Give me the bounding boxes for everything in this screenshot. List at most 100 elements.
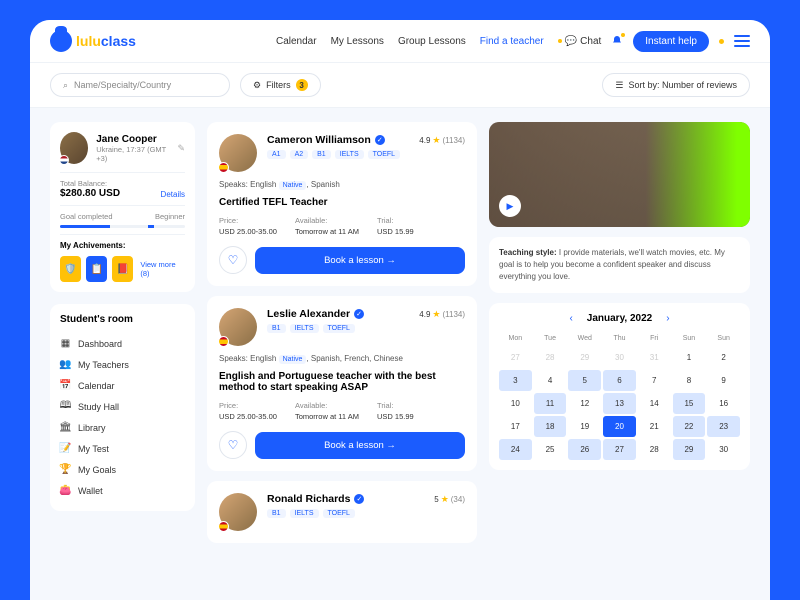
cal-day[interactable]: 6 (603, 370, 636, 391)
filter-icon: ⚙ (253, 80, 261, 91)
nav-my-lessons[interactable]: My Lessons (331, 36, 384, 47)
cal-day[interactable]: 22 (673, 416, 706, 437)
flag-icon (218, 162, 229, 173)
teacher-video[interactable]: ▶ (489, 122, 750, 227)
cal-day[interactable]: 30 (707, 439, 740, 460)
cal-day[interactable]: 4 (534, 370, 567, 391)
elephant-icon (50, 30, 72, 52)
achievement-badge[interactable]: 📋 (86, 256, 107, 282)
cal-prev-icon[interactable]: ‹ (569, 313, 572, 324)
teaching-label: Teaching style: (499, 248, 557, 257)
logo[interactable]: luluclass (50, 30, 136, 52)
cal-day[interactable]: 10 (499, 393, 532, 414)
sidebar-item-dashboard[interactable]: ▦Dashboard (60, 333, 185, 354)
cal-day[interactable]: 1 (673, 347, 706, 368)
teacher-avatar[interactable] (219, 308, 257, 346)
cal-day[interactable]: 19 (568, 416, 601, 437)
cal-day[interactable]: 3 (499, 370, 532, 391)
cal-day[interactable]: 12 (568, 393, 601, 414)
teacher-rating: 4.9★(1134) (419, 135, 465, 146)
sidebar-item-my-test[interactable]: 📝My Test (60, 438, 185, 459)
cal-day[interactable]: 9 (707, 370, 740, 391)
cal-day[interactable]: 28 (638, 439, 671, 460)
filter-count-badge: 3 (296, 79, 308, 91)
teaching-style-card: Teaching style: I provide materials, we'… (489, 237, 750, 293)
cal-day[interactable]: 28 (534, 347, 567, 368)
flag-icon (59, 155, 69, 165)
nav-calendar[interactable]: Calendar (276, 36, 317, 47)
cal-day[interactable]: 30 (603, 347, 636, 368)
cal-day[interactable]: 16 (707, 393, 740, 414)
cal-day[interactable]: 24 (499, 439, 532, 460)
teacher-avatar[interactable] (219, 493, 257, 531)
teacher-title: Certified TEFL Teacher (219, 197, 465, 208)
book-lesson-button[interactable]: Book a lesson → (255, 432, 465, 459)
level-tag: TOEFL (323, 509, 355, 518)
nav-find-a-teacher[interactable]: Find a teacher (480, 36, 544, 47)
favorite-button[interactable]: ♡ (219, 246, 247, 274)
sidebar-item-my-goals[interactable]: 🏆My Goals (60, 459, 185, 480)
details-link[interactable]: Details (161, 190, 185, 199)
star-icon: ★ (432, 135, 440, 146)
achievement-badge[interactable]: 📕 (112, 256, 133, 282)
nav-group-lessons[interactable]: Group Lessons (398, 36, 466, 47)
instant-help-button[interactable]: Instant help (633, 31, 709, 52)
teacher-name: Ronald Richards (267, 493, 350, 505)
search-input[interactable]: ⌕Name/Specialty/Country (50, 73, 230, 97)
flag-icon (218, 521, 229, 532)
sidebar-item-my-teachers[interactable]: 👥My Teachers (60, 354, 185, 375)
cal-day[interactable]: 23 (707, 416, 740, 437)
menu-icon[interactable] (734, 35, 750, 47)
cal-day[interactable]: 25 (534, 439, 567, 460)
sidebar-item-study-hall[interactable]: 🕮Study Hall (60, 396, 185, 417)
filters-button[interactable]: ⚙Filters3 (240, 73, 321, 97)
cal-day[interactable]: 29 (568, 347, 601, 368)
sidebar-item-wallet[interactable]: 👛Wallet (60, 480, 185, 501)
sort-button[interactable]: ☰Sort by: Number of reviews (602, 73, 750, 97)
teacher-avatar[interactable] (219, 134, 257, 172)
cal-next-icon[interactable]: › (666, 313, 669, 324)
level-tag: B1 (312, 150, 331, 159)
native-badge: Native (279, 355, 307, 364)
sidebar-item-calendar[interactable]: 📅Calendar (60, 375, 185, 396)
cal-day[interactable]: 27 (499, 347, 532, 368)
cal-day[interactable]: 8 (673, 370, 706, 391)
cal-day[interactable]: 5 (568, 370, 601, 391)
achievement-badge[interactable]: 🛡️ (60, 256, 81, 282)
level-tag: B1 (267, 324, 286, 333)
view-more-link[interactable]: View more (8) (140, 260, 185, 278)
cal-day[interactable]: 31 (638, 347, 671, 368)
cal-day[interactable]: 17 (499, 416, 532, 437)
cal-day[interactable]: 29 (673, 439, 706, 460)
cal-day[interactable]: 14 (638, 393, 671, 414)
cal-day[interactable]: 20 (603, 416, 636, 437)
cal-day[interactable]: 11 (534, 393, 567, 414)
verified-icon: ✓ (354, 309, 364, 319)
goal-progress (60, 225, 185, 228)
cal-day[interactable]: 13 (603, 393, 636, 414)
menu-icon: 📝 (60, 443, 71, 454)
user-avatar[interactable] (60, 132, 88, 164)
cal-day[interactable]: 27 (603, 439, 636, 460)
logo-text: luluclass (76, 33, 136, 49)
menu-icon: ▦ (60, 338, 71, 349)
cal-day[interactable]: 7 (638, 370, 671, 391)
cal-day[interactable]: 21 (638, 416, 671, 437)
chat-link[interactable]: 💬Chat (558, 36, 602, 47)
cal-day[interactable]: 18 (534, 416, 567, 437)
profile-card: Jane Cooper Ukraine, 17:37 (GMT +3) ✎ To… (50, 122, 195, 292)
cal-day[interactable]: 15 (673, 393, 706, 414)
cal-day[interactable]: 2 (707, 347, 740, 368)
cal-day[interactable]: 26 (568, 439, 601, 460)
menu-icon: 🏛 (60, 422, 71, 433)
notification-icon[interactable] (611, 35, 623, 47)
sidebar-item-library[interactable]: 🏛Library (60, 417, 185, 438)
play-icon[interactable]: ▶ (499, 195, 521, 217)
balance-value: $280.80 USD (60, 188, 120, 199)
toolbar: ⌕Name/Specialty/Country ⚙Filters3 ☰Sort … (30, 63, 770, 108)
favorite-button[interactable]: ♡ (219, 431, 247, 459)
cal-dow: Thu (603, 332, 636, 345)
edit-icon[interactable]: ✎ (177, 143, 185, 154)
book-lesson-button[interactable]: Book a lesson → (255, 247, 465, 274)
menu-title: Student's room (60, 314, 185, 325)
